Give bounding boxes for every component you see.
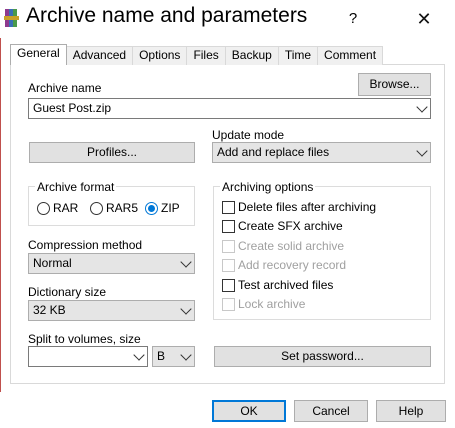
radio-zip-label: ZIP	[161, 201, 180, 215]
radio-rar-label: RAR	[53, 201, 79, 215]
split-volumes-combo[interactable]	[28, 346, 148, 367]
help-button[interactable]: Help	[376, 400, 446, 422]
update-mode-value: Add and replace files	[217, 145, 330, 159]
archiving-options-title: Archiving options	[220, 180, 316, 194]
chevron-down-icon	[416, 100, 428, 113]
tab-options[interactable]: Options	[132, 46, 188, 65]
lock-archive-checkbox[interactable]: Lock archive	[222, 297, 305, 311]
close-icon[interactable]: ✕	[404, 6, 444, 32]
radio-rar5-label: RAR5	[106, 201, 139, 215]
delete-files-checkbox[interactable]: Delete files after archiving	[222, 200, 376, 214]
archive-dialog: Archive name and parameters ? ✕ General …	[0, 0, 455, 428]
create-sfx-checkbox[interactable]: Create SFX archive	[222, 219, 343, 233]
compression-method-value: Normal	[33, 256, 72, 270]
checkbox-box	[222, 200, 235, 214]
recovery-record-label: Add recovery record	[238, 258, 347, 272]
archive-name-value: Guest Post.zip	[33, 101, 112, 115]
chevron-down-icon	[180, 302, 192, 315]
cancel-button[interactable]: Cancel	[294, 400, 368, 422]
split-unit-value: B	[157, 349, 166, 363]
tab-strip: General Advanced Options Files Backup Ti…	[10, 44, 384, 65]
test-files-label: Test archived files	[238, 278, 334, 292]
tab-files[interactable]: Files	[186, 46, 226, 65]
create-sfx-label: Create SFX archive	[238, 219, 343, 233]
dictionary-size-value: 32 KB	[33, 303, 66, 317]
recovery-record-checkbox[interactable]: Add recovery record	[222, 258, 346, 272]
create-solid-checkbox[interactable]: Create solid archive	[222, 239, 344, 253]
set-password-button[interactable]: Set password...	[214, 346, 431, 367]
tab-comment[interactable]: Comment	[317, 46, 384, 65]
update-mode-select[interactable]: Add and replace files	[212, 142, 431, 163]
archive-name-label: Archive name	[28, 81, 102, 95]
chevron-down-icon	[180, 348, 192, 361]
browse-button[interactable]: Browse...	[358, 73, 431, 96]
radio-rar[interactable]: RAR	[37, 201, 78, 215]
checkbox-box	[222, 239, 235, 253]
help-icon[interactable]: ?	[343, 9, 363, 29]
radio-zip-circle	[145, 201, 158, 215]
radio-rar5[interactable]: RAR5	[90, 201, 138, 215]
checkbox-box	[222, 297, 235, 311]
update-mode-label: Update mode	[212, 128, 285, 142]
ok-button[interactable]: OK	[212, 400, 286, 422]
tab-backup[interactable]: Backup	[224, 46, 279, 65]
radio-rar-circle	[37, 201, 50, 215]
title-bar[interactable]: Archive name and parameters ? ✕	[0, 0, 455, 38]
window-frame-edge	[0, 0, 1, 428]
radio-rar5-circle	[90, 201, 103, 215]
split-unit-select[interactable]: B	[152, 346, 195, 367]
compression-method-select[interactable]: Normal	[28, 253, 195, 274]
dictionary-size-label: Dictionary size	[28, 285, 107, 299]
tab-advanced[interactable]: Advanced	[65, 46, 134, 65]
checkbox-box	[222, 258, 235, 272]
chevron-down-icon	[133, 348, 145, 361]
create-solid-label: Create solid archive	[238, 239, 345, 253]
split-volumes-label: Split to volumes, size	[28, 332, 141, 346]
radio-zip[interactable]: ZIP	[145, 201, 180, 215]
delete-files-label: Delete files after archiving	[238, 200, 377, 214]
compression-method-label: Compression method	[28, 238, 143, 252]
archive-format-title: Archive format	[35, 180, 117, 194]
tab-time[interactable]: Time	[277, 46, 319, 65]
dictionary-size-select[interactable]: 32 KB	[28, 300, 195, 321]
archive-name-combo[interactable]: Guest Post.zip	[28, 98, 431, 119]
checkbox-box	[222, 219, 235, 233]
winrar-books-icon	[4, 9, 19, 27]
chevron-down-icon	[180, 255, 192, 268]
window-title: Archive name and parameters	[26, 4, 308, 27]
profiles-button[interactable]: Profiles...	[29, 142, 195, 163]
checkbox-box	[222, 278, 235, 292]
test-files-checkbox[interactable]: Test archived files	[222, 278, 333, 292]
chevron-down-icon	[416, 144, 428, 157]
lock-archive-label: Lock archive	[238, 297, 306, 311]
tab-general[interactable]: General	[10, 44, 67, 65]
